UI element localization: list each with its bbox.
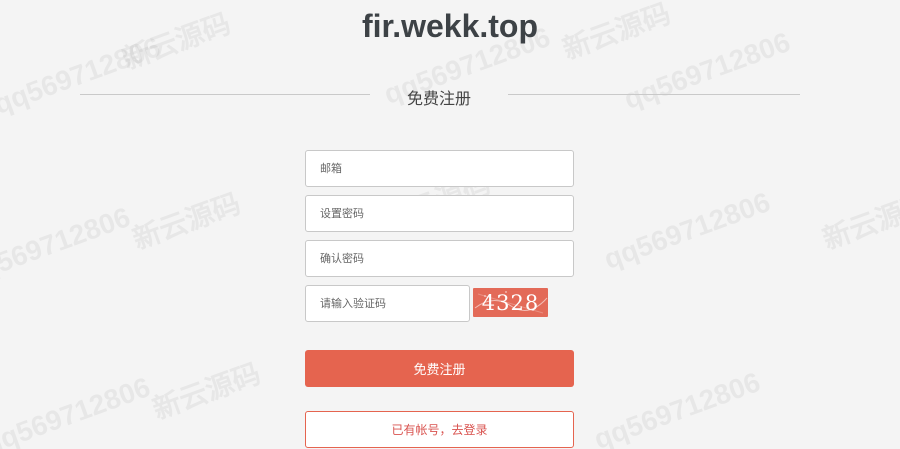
watermark-text: qq569712806 <box>0 371 155 449</box>
divider-right <box>508 94 800 95</box>
email-field[interactable] <box>305 150 574 187</box>
watermark-text: qq569712806 <box>599 186 775 275</box>
section-title: 免费注册 <box>406 89 471 108</box>
divider-left <box>80 94 370 95</box>
captcha-field[interactable] <box>305 285 470 322</box>
watermark-text: 新云源码 <box>148 357 265 426</box>
password-field[interactable] <box>305 195 574 232</box>
go-login-button[interactable]: 已有帐号，去登录 <box>305 411 574 448</box>
confirm-password-field[interactable] <box>305 240 574 277</box>
watermark-text: qq569712806 <box>0 201 135 290</box>
site-title: fir.wekk.top <box>361 8 539 44</box>
watermark-text: 新云源码 <box>128 187 245 256</box>
captcha-image[interactable]: 4328 <box>473 288 548 317</box>
watermark-text: qq569712806 <box>589 366 765 449</box>
watermark-text: 新云源码 <box>818 187 900 256</box>
captcha-code: 4328 <box>481 290 540 315</box>
register-button[interactable]: 免费注册 <box>305 350 574 387</box>
